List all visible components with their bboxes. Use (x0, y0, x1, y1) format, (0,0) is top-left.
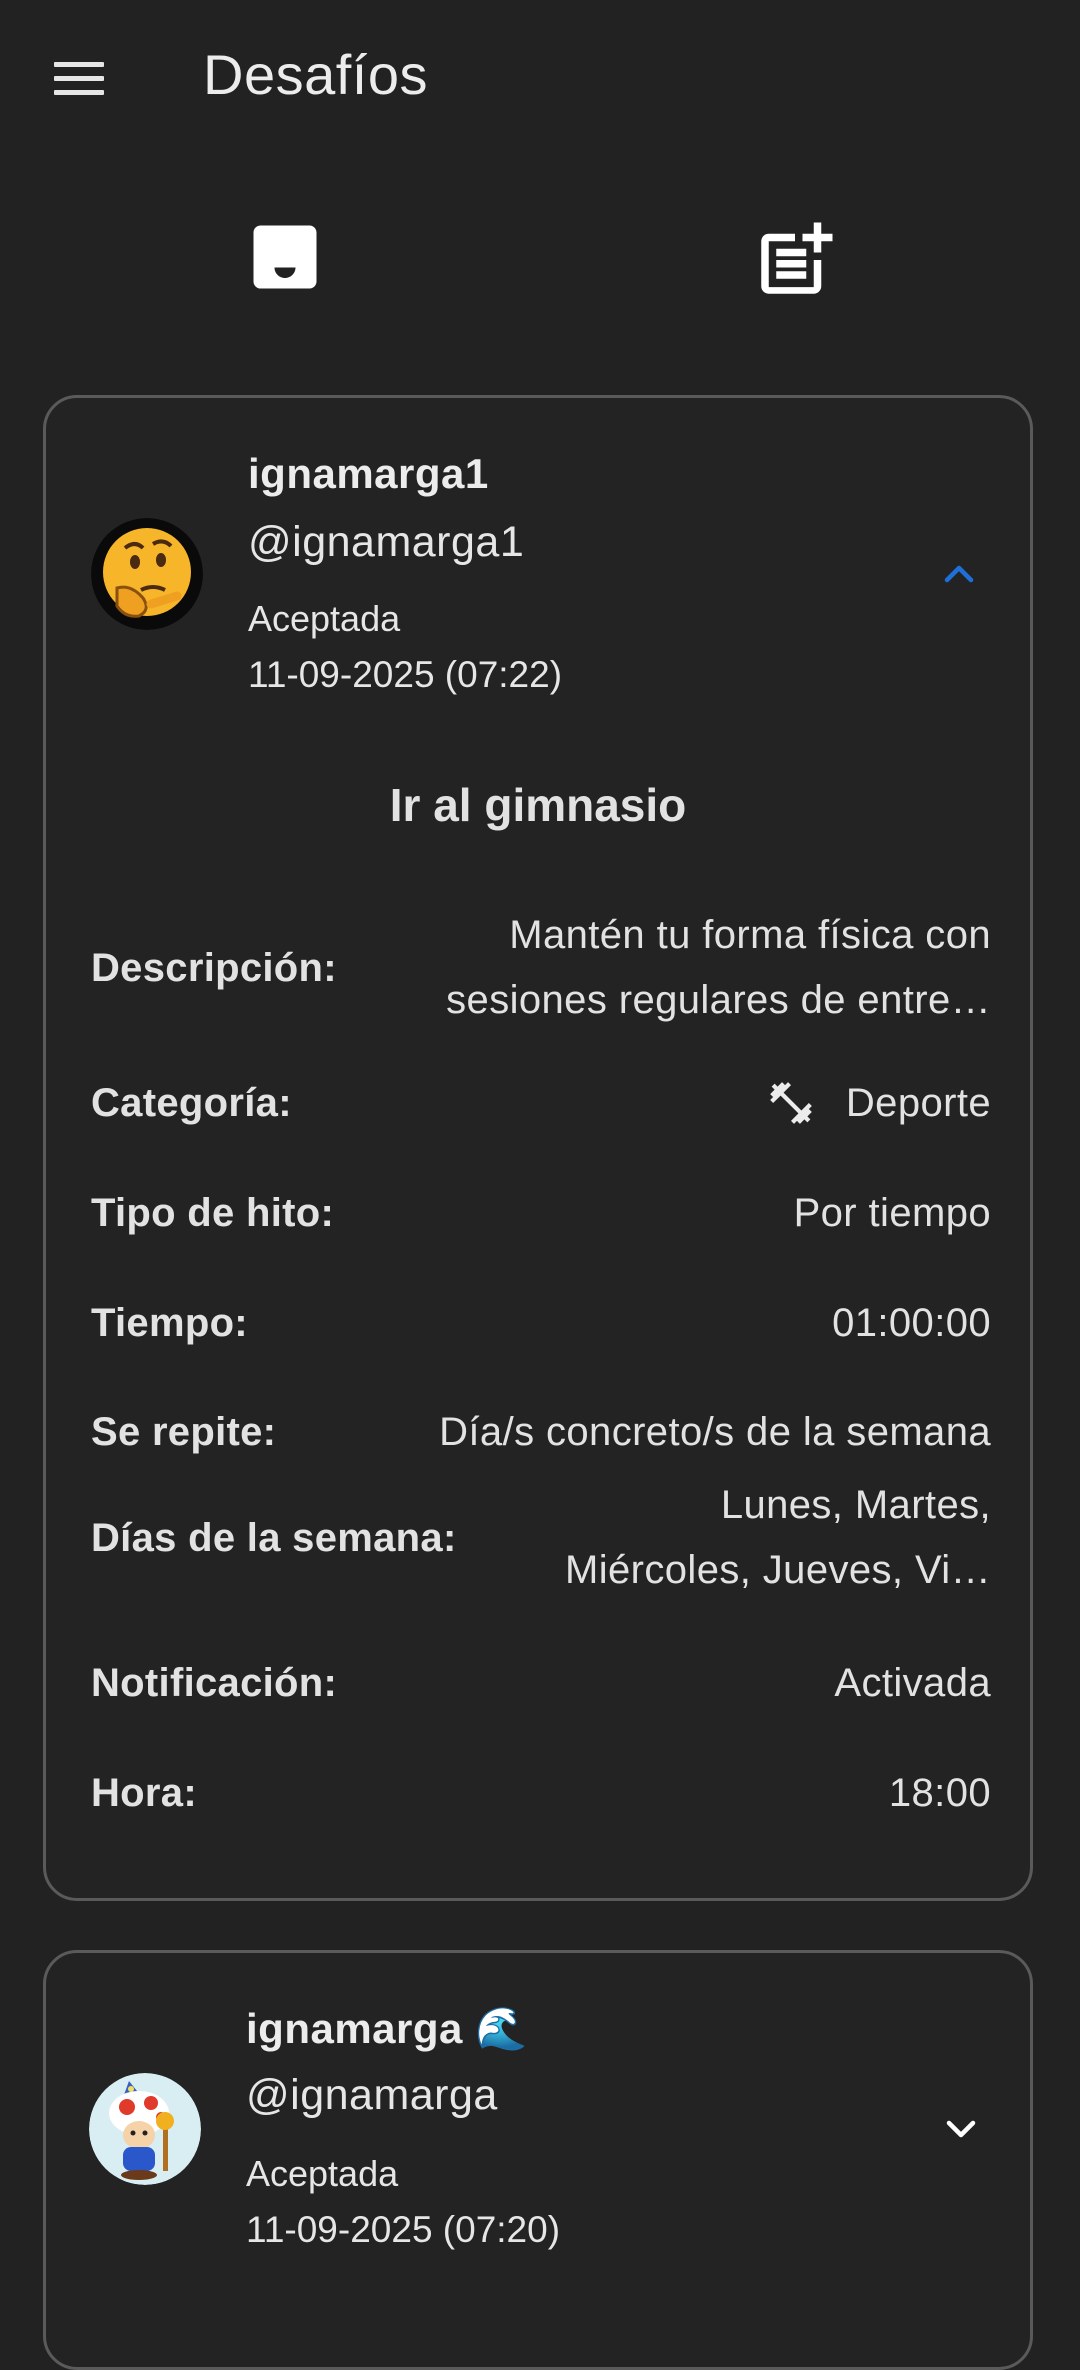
detail-value: Por tiempo (793, 1190, 991, 1235)
detail-label: Tiempo: (91, 1300, 248, 1345)
fitness-dumbbell-icon (770, 1082, 812, 1124)
detail-row-hour: Hora: 18:00 (91, 1758, 991, 1828)
status-text: Aceptada (248, 598, 401, 639)
detail-value: Mantén tu forma física con sesiones regu… (446, 913, 991, 1022)
challenge-title: Ir al gimnasio (389, 779, 687, 831)
detail-value: Activada (834, 1660, 991, 1705)
chevron-up-icon (944, 565, 974, 583)
detail-value: 01:00:00 (832, 1300, 991, 1345)
detail-row-time: Tiempo: 01:00:00 (91, 1288, 991, 1358)
user-handle: @ignamarga1 (248, 518, 525, 566)
inbox-icon (253, 225, 317, 289)
user-handle: @ignamarga (246, 2071, 498, 2119)
page-title: Desafíos (203, 43, 428, 106)
detail-row-repeat: Se repite: Día/s concreto/s de la semana (91, 1397, 991, 1467)
date-text: 11-09-2025 (07:22) (248, 654, 563, 695)
menu-icon (54, 62, 104, 67)
detail-value: 18:00 (888, 1770, 991, 1815)
app-bar: Desafíos (0, 0, 1080, 150)
detail-value: Lunes, Martes, Miércoles, Jueves, Vi… (565, 1483, 991, 1592)
chevron-down-icon (946, 2120, 976, 2138)
username: ignamarga1 (248, 450, 489, 497)
tab-new-challenge[interactable] (525, 190, 1065, 330)
post-add-icon (761, 222, 833, 294)
menu-button[interactable] (50, 55, 108, 101)
detail-label: Se repite: (91, 1409, 277, 1454)
collapse-button[interactable] (931, 546, 987, 602)
detail-row-notification: Notificación: Activada (91, 1648, 991, 1718)
avatar (91, 518, 203, 630)
avatar (89, 2073, 201, 2185)
detail-label: Descripción: (91, 945, 337, 990)
detail-label: Categoría: (91, 1080, 292, 1125)
detail-row-category: Categoría: Deporte (91, 1068, 991, 1138)
username: ignamarga 🌊 (246, 2005, 528, 2052)
status-text: Aceptada (246, 2153, 399, 2194)
detail-row-weekdays: Días de la semana: Lunes, Martes, Miérco… (91, 1468, 991, 1608)
challenge-card[interactable]: ignamarga1 @ignamarga1 Aceptada 11-09-20… (43, 395, 1033, 1901)
expand-button[interactable] (933, 2101, 989, 2157)
detail-value: Día/s concreto/s de la semana (439, 1409, 991, 1454)
tab-inbox[interactable] (15, 190, 555, 330)
detail-label: Hora: (91, 1770, 197, 1815)
detail-label: Tipo de hito: (91, 1190, 335, 1235)
detail-row-milestone: Tipo de hito: Por tiempo (91, 1178, 991, 1248)
detail-row-description: Descripción: Mantén tu forma física con … (91, 898, 991, 1038)
detail-value: Deporte (766, 1071, 991, 1136)
challenge-card[interactable]: ignamarga 🌊 @ignamarga Aceptada 11-09-20… (43, 1950, 1033, 2370)
thinking-face-icon (91, 518, 203, 630)
detail-label: Notificación: (91, 1660, 338, 1705)
toad-avatar-icon (89, 2073, 201, 2185)
date-text: 11-09-2025 (07:20) (246, 2209, 561, 2250)
tab-bar (0, 190, 1080, 330)
detail-label: Días de la semana: (91, 1515, 457, 1560)
